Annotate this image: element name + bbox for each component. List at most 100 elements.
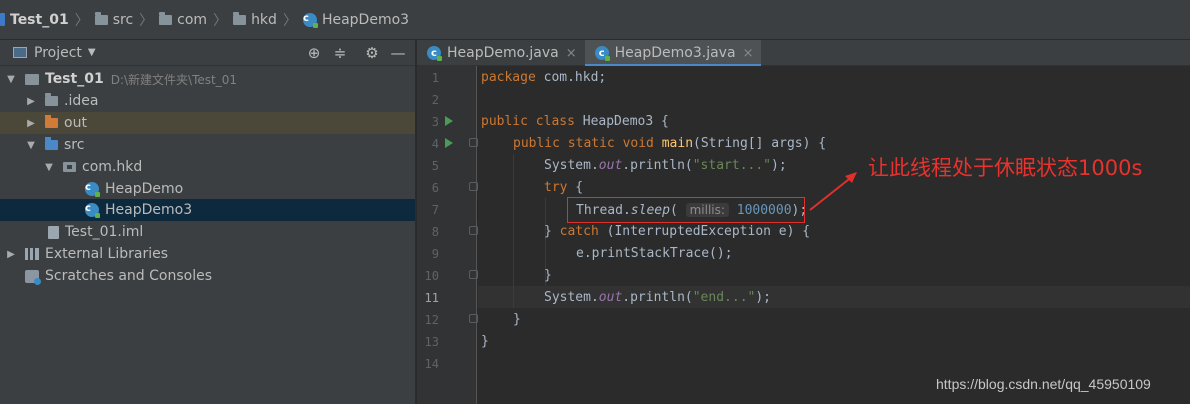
java-class-icon: c: [85, 203, 100, 218]
expand-arrow-icon[interactable]: ▶: [25, 118, 37, 129]
breadcrumb-label: HeapDemo3: [321, 11, 410, 28]
chevron-right-icon: 〉: [74, 12, 89, 29]
expand-arrow-icon[interactable]: ▶: [5, 249, 17, 260]
breadcrumb-item-heapdemo3[interactable]: c HeapDemo3: [302, 0, 410, 40]
editor-gutter[interactable]: 1 2 3 4 5 6 7 8 9 10 11 12 13 14: [417, 66, 478, 404]
code-token: .println(: [622, 290, 693, 305]
code-line: } catch (InterruptedException e) {: [544, 221, 810, 243]
code-editor[interactable]: package com.hkd; public class HeapDemo3 …: [478, 66, 1190, 404]
gear-icon[interactable]: ⚙: [363, 44, 381, 62]
run-icon[interactable]: [445, 116, 453, 126]
fold-marker-icon[interactable]: [469, 270, 478, 279]
project-view-selector[interactable]: Project: [34, 45, 82, 61]
tab-label: HeapDemo3.java: [614, 45, 736, 61]
folder-icon: [45, 93, 58, 106]
tree-item-test01[interactable]: ▼ Test_01 D:\新建文件夹\Test_01: [0, 68, 420, 90]
excluded-folder-icon: [45, 115, 58, 128]
close-icon[interactable]: ×: [743, 46, 754, 61]
folder-icon: [159, 11, 173, 25]
tab-heapdemo3[interactable]: c HeapDemo3.java ×: [584, 40, 762, 67]
line-number: 12: [424, 313, 439, 327]
hide-panel-icon[interactable]: —: [389, 44, 407, 62]
tree-item-scratches[interactable]: Scratches and Consoles: [0, 265, 440, 287]
source-folder-icon: [45, 137, 58, 150]
code-line: package com.hkd;: [481, 67, 606, 89]
annotation-text: 让此线程处于休眠状态1000s: [868, 156, 1143, 180]
run-icon[interactable]: [445, 138, 453, 148]
tree-item-out[interactable]: ▶ out: [0, 112, 440, 134]
folder-icon: [233, 11, 247, 25]
tree-item-idea[interactable]: ▶ .idea: [0, 90, 440, 112]
fold-marker-icon[interactable]: [469, 226, 478, 235]
chevron-right-icon: 〉: [139, 12, 154, 29]
code-token: );: [771, 158, 787, 173]
project-path: D:\新建文件夹\Test_01: [110, 72, 237, 87]
code-token: public static void: [513, 136, 654, 151]
breadcrumb-item-com[interactable]: com: [159, 0, 207, 40]
line-number: 7: [431, 203, 439, 217]
fold-marker-icon[interactable]: [469, 138, 478, 147]
module-file-icon: [48, 225, 59, 239]
java-class-icon: c: [85, 182, 100, 197]
code-token: }: [544, 224, 560, 239]
tree-item-com-hkd[interactable]: ▼ com.hkd: [0, 156, 458, 178]
line-number: 4: [431, 137, 439, 151]
code-line: try {: [544, 177, 583, 199]
breadcrumb-label: Test_01: [10, 11, 69, 28]
code-token: catch: [559, 224, 599, 239]
code-token: System.: [544, 290, 599, 305]
fold-marker-icon[interactable]: [469, 182, 478, 191]
code-token: (String[] args) {: [693, 136, 827, 151]
code-token: {: [567, 180, 584, 195]
tab-heapdemo[interactable]: c HeapDemo.java ×: [417, 40, 585, 66]
line-number: 9: [431, 247, 439, 261]
breadcrumb-item-project[interactable]: Test_01: [0, 0, 69, 40]
project-icon: [0, 13, 5, 26]
breadcrumb-label: src: [112, 11, 134, 28]
line-number: 14: [424, 357, 439, 371]
code-token: System.: [544, 158, 599, 173]
code-token: try: [544, 180, 568, 195]
code-line: System.out.println("end...");: [544, 287, 771, 309]
highlight-box: [567, 197, 805, 223]
code-token: main: [661, 136, 694, 151]
breadcrumb-label: com: [177, 11, 208, 28]
code-token: }: [513, 312, 521, 327]
breadcrumb-item-src[interactable]: src: [94, 0, 134, 40]
code-token: com.hkd;: [535, 70, 607, 85]
chevron-down-icon[interactable]: ▼: [88, 47, 96, 58]
indent-guide: [513, 154, 514, 308]
folder-icon: [94, 11, 108, 25]
tree-item-label: Scratches and Consoles: [45, 268, 212, 284]
expand-arrow-icon[interactable]: ▶: [25, 96, 37, 107]
editor-tab-bar: c HeapDemo.java × c HeapDemo3.java ×: [417, 40, 1190, 67]
code-token: "end...": [692, 290, 756, 305]
code-token: HeapDemo3 {: [574, 114, 669, 129]
breadcrumb-item-hkd[interactable]: hkd: [233, 0, 277, 40]
close-icon[interactable]: ×: [566, 46, 577, 61]
tree-item-src[interactable]: ▼ src: [0, 134, 440, 156]
tree-item-external-libraries[interactable]: ▶ External Libraries: [0, 243, 420, 265]
code-token: out: [598, 290, 623, 305]
code-line: System.out.println("start...");: [544, 155, 787, 177]
line-number: 5: [431, 159, 439, 173]
code-line: }: [481, 331, 489, 353]
code-token: public class: [481, 114, 575, 129]
breadcrumb: Test_01 〉 src 〉 com 〉 hkd 〉 c HeapDemo3: [0, 0, 1190, 40]
fold-marker-icon[interactable]: [469, 314, 478, 323]
expand-arrow-icon[interactable]: ▼: [43, 162, 55, 173]
locate-target-icon[interactable]: ⊕: [305, 44, 323, 62]
code-token: }: [544, 268, 552, 283]
expand-arrow-icon[interactable]: ▼: [5, 74, 17, 85]
code-token: "start...": [692, 158, 772, 173]
collapse-all-icon[interactable]: ≑: [331, 44, 349, 62]
line-number: 13: [424, 335, 439, 349]
line-number: 3: [431, 115, 439, 129]
package-icon: [63, 162, 76, 172]
tree-item-label: .idea: [64, 93, 99, 109]
line-number: 6: [431, 181, 439, 195]
tree-item-iml[interactable]: Test_01.iml: [0, 221, 463, 243]
tree-item-label: out: [64, 115, 87, 131]
expand-arrow-icon[interactable]: ▼: [25, 140, 37, 151]
code-token: .println(: [622, 158, 693, 173]
